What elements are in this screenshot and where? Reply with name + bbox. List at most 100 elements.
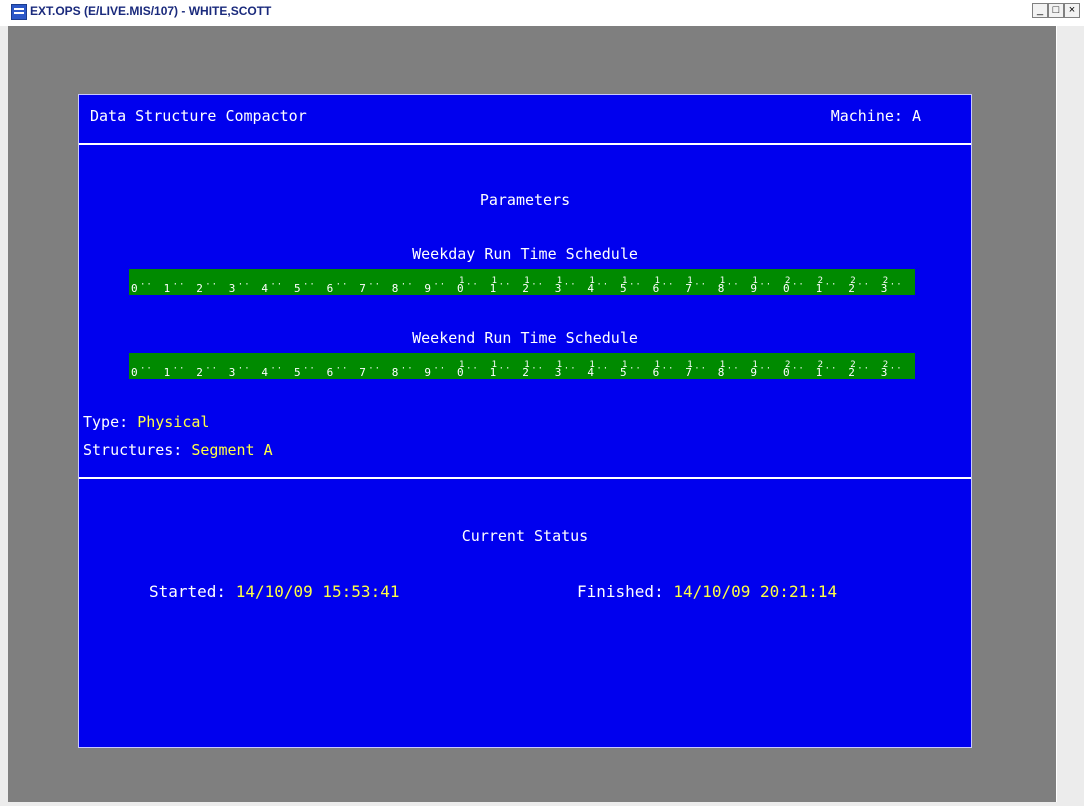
minimize-button[interactable]: _	[1032, 3, 1048, 18]
weekend-quarter-dots: ··	[400, 364, 414, 374]
weekend-quarter-dots: ··	[661, 364, 675, 374]
weekday-quarter-dots: ··	[335, 280, 349, 290]
weekend-quarter-dots: ··	[433, 364, 447, 374]
weekday-hour-ticks: 0 ·· 1 ·· 2 ·· 3 ·· 4 ·· 5 ·· 6 ·· 7 ·· 8 ·· 9 ·· 1 0 ·· 1 1 ·· 1 2…	[131, 270, 911, 295]
weekday-hour-units-digit: 3	[554, 282, 562, 295]
machine-value: A	[911, 107, 921, 125]
weekday-hour-units-digit: 7	[359, 282, 366, 295]
weekend-hour-units-digit: 3	[228, 366, 236, 379]
close-button[interactable]: ×	[1064, 3, 1080, 18]
weekend-schedule-heading: Weekend Run Time Schedule	[412, 329, 638, 347]
weekday-quarter-dots: ··	[792, 280, 805, 290]
weekday-hour-units-digit: 5	[294, 282, 301, 295]
title-bar: EXT.OPS (E/LIVE.MIS/107) - WHITE,SCOTT _…	[0, 0, 1084, 26]
weekend-quarter-dots: ··	[368, 364, 382, 374]
weekday-quarter-dots: ··	[726, 280, 740, 290]
screen-title: Data Structure Compactor	[90, 107, 307, 125]
weekend-quarter-dots: ··	[694, 364, 708, 374]
weekend-hour-units-digit: 2	[196, 366, 203, 379]
weekend-hour-units-digit: 1	[815, 366, 823, 379]
weekday-hour-units-digit: 9	[750, 282, 758, 295]
weekday-quarter-dots: ··	[237, 280, 251, 290]
structures-value: Segment A	[191, 441, 273, 459]
weekend-hour-units-digit: 6	[652, 366, 660, 379]
finished-line: Finished: 14/10/09 20:21:14	[577, 582, 837, 601]
weekday-quarter-dots: ··	[400, 280, 414, 290]
weekend-hour-units-digit: 0	[131, 366, 138, 379]
weekend-hour-units-digit: 5	[294, 366, 301, 379]
weekday-quarter-dots: ··	[205, 280, 219, 290]
status-heading: Current Status	[461, 527, 589, 545]
application-window: EXT.OPS (E/LIVE.MIS/107) - WHITE,SCOTT _…	[0, 0, 1084, 806]
started-line: Started: 14/10/09 15:53:41	[149, 582, 399, 601]
window-border-left	[0, 26, 8, 802]
weekend-hour-units-digit: 1	[489, 366, 497, 379]
weekend-quarter-dots: ··	[596, 364, 610, 374]
started-label: Started:	[149, 582, 227, 601]
window-controls: _ □ ×	[1032, 3, 1080, 18]
weekday-quarter-dots: ··	[270, 280, 284, 290]
weekday-quarter-dots: ··	[857, 280, 871, 290]
weekend-quarter-dots: ··	[824, 364, 838, 374]
weekend-hour-units-digit: 7	[685, 366, 692, 379]
machine-indicator: Machine: A	[831, 107, 921, 125]
weekend-hour-units-digit: 9	[750, 366, 758, 379]
weekday-hour-units-digit: 7	[685, 282, 692, 295]
weekend-hour-units-digit: 5	[620, 366, 627, 379]
weekend-quarter-dots: ··	[172, 364, 186, 374]
window-border-bottom	[0, 802, 1084, 806]
weekend-quarter-dots: ··	[140, 364, 153, 374]
weekday-quarter-dots: ··	[140, 280, 153, 290]
weekday-quarter-dots: ··	[629, 280, 642, 290]
weekday-hour-units-digit: 1	[163, 282, 171, 295]
weekend-hour-units-digit: 7	[359, 366, 366, 379]
weekday-quarter-dots: ··	[368, 280, 382, 290]
weekend-hour-units-digit: 2	[522, 366, 529, 379]
weekday-hour-units-digit: 2	[522, 282, 529, 295]
screen-header: Data Structure Compactor Machine: A	[79, 95, 971, 145]
weekend-quarter-dots: ··	[237, 364, 251, 374]
weekday-quarter-dots: ··	[661, 280, 675, 290]
weekday-hour-units-digit: 1	[815, 282, 823, 295]
weekday-schedule-bar[interactable]: 0 ·· 1 ·· 2 ·· 3 ·· 4 ·· 5 ·· 6 ·· 7 ·· 8 ·· 9 ·· 1 0 ·· 1 1 ·· 1 2…	[129, 269, 915, 295]
section-divider	[79, 477, 971, 479]
weekday-hour-units-digit: 6	[652, 282, 660, 295]
weekday-quarter-dots: ··	[466, 280, 479, 290]
started-value: 14/10/09 15:53:41	[235, 582, 400, 601]
weekday-quarter-dots: ··	[172, 280, 186, 290]
type-label: Type:	[83, 413, 129, 431]
weekday-quarter-dots: ··	[563, 280, 577, 290]
weekday-hour-units-digit: 6	[326, 282, 334, 295]
weekend-quarter-dots: ··	[205, 364, 219, 374]
weekday-hour-units-digit: 4	[261, 282, 269, 295]
weekend-hour-units-digit: 4	[587, 366, 595, 379]
weekend-quarter-dots: ··	[792, 364, 805, 374]
machine-label: Machine:	[830, 107, 903, 125]
app-icon[interactable]	[11, 4, 27, 20]
weekend-quarter-dots: ··	[563, 364, 577, 374]
window-border-right	[1057, 26, 1084, 806]
finished-label: Finished:	[577, 582, 664, 601]
maximize-button[interactable]: □	[1048, 3, 1064, 18]
finished-value: 14/10/09 20:21:14	[673, 582, 838, 601]
weekday-hour-units-digit: 0	[457, 282, 464, 295]
weekend-schedule-bar[interactable]: 0 ·· 1 ·· 2 ·· 3 ·· 4 ·· 5 ·· 6 ·· 7 ·· 8 ·· 9 ·· 1 0 ·· 1 1 ·· 1 2…	[129, 353, 915, 379]
weekday-quarter-dots: ··	[889, 280, 903, 290]
weekday-hour-units-digit: 2	[848, 282, 855, 295]
weekend-hour-units-digit: 8	[717, 366, 725, 379]
weekday-hour-units-digit: 2	[196, 282, 203, 295]
type-value: Physical	[137, 413, 210, 431]
weekend-hour-units-digit: 0	[783, 366, 790, 379]
weekend-hour-units-digit: 2	[848, 366, 855, 379]
structures-label: Structures:	[83, 441, 183, 459]
terminal-screen: Data Structure Compactor Machine: A Para…	[78, 94, 972, 748]
weekend-quarter-dots: ··	[759, 364, 773, 374]
weekday-quarter-dots: ··	[596, 280, 610, 290]
weekend-quarter-dots: ··	[629, 364, 642, 374]
weekday-hour-units-digit: 5	[620, 282, 627, 295]
weekday-quarter-dots: ··	[303, 280, 316, 290]
weekend-quarter-dots: ··	[498, 364, 512, 374]
weekend-quarter-dots: ··	[726, 364, 740, 374]
weekday-hour-units-digit: 8	[717, 282, 725, 295]
weekday-quarter-dots: ··	[824, 280, 838, 290]
